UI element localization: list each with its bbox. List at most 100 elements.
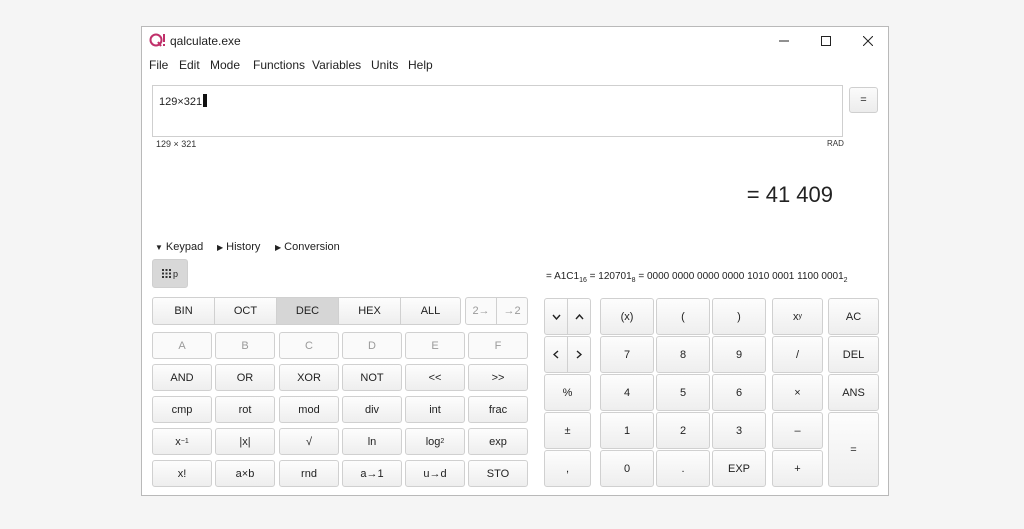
digit-4-button[interactable]: 4 xyxy=(600,374,654,411)
calculator-window: qalculate.exe File Edit Mode Functions V… xyxy=(141,26,889,496)
left-paren-button[interactable]: ( xyxy=(656,298,710,335)
a-to-1-button[interactable]: a→1 xyxy=(342,460,402,487)
and-button[interactable]: AND xyxy=(152,364,212,391)
int-button[interactable]: int xyxy=(405,396,465,423)
delete-button[interactable]: DEL xyxy=(828,336,879,373)
divide-button[interactable]: / xyxy=(772,336,823,373)
base-hex-button[interactable]: HEX xyxy=(338,297,401,325)
inverse-button[interactable]: x −1 xyxy=(152,428,212,455)
frac-button[interactable]: frac xyxy=(468,396,528,423)
base-bin-button[interactable]: BIN xyxy=(152,297,215,325)
minus-button[interactable]: – xyxy=(772,412,823,449)
menu-edit[interactable]: Edit xyxy=(179,58,200,72)
window-title: qalculate.exe xyxy=(170,34,241,48)
store-button[interactable]: STO xyxy=(468,460,528,487)
minimize-button[interactable] xyxy=(764,27,804,54)
parentheses-button[interactable]: (x) xyxy=(600,298,654,335)
cursor-right-button[interactable] xyxy=(567,336,591,373)
hex-f-button[interactable]: F xyxy=(468,332,528,359)
base-dec-button[interactable]: DEC xyxy=(276,297,339,325)
menu-mode[interactable]: Mode xyxy=(210,58,240,72)
chevron-left-icon xyxy=(553,350,559,359)
shift-right-bits-button[interactable]: >> xyxy=(468,364,528,391)
triangle-down-icon: ▼ xyxy=(155,243,163,252)
multiply-ab-button[interactable]: a×b xyxy=(215,460,275,487)
multiply-button[interactable]: × xyxy=(772,374,823,411)
history-down-button[interactable] xyxy=(544,298,568,335)
maximize-button[interactable] xyxy=(806,27,846,54)
close-icon xyxy=(863,35,873,46)
history-up-button[interactable] xyxy=(567,298,591,335)
or-button[interactable]: OR xyxy=(215,364,275,391)
decimal-point-button[interactable]: . xyxy=(656,450,710,487)
percent-button[interactable]: % xyxy=(544,374,591,411)
digit-1-button[interactable]: 1 xyxy=(600,412,654,449)
triangle-right-icon: ▶ xyxy=(217,243,224,252)
digit-5-button[interactable]: 5 xyxy=(656,374,710,411)
mod-button[interactable]: mod xyxy=(279,396,339,423)
plus-button[interactable]: + xyxy=(772,450,823,487)
digit-2-button[interactable]: 2 xyxy=(656,412,710,449)
comma-button[interactable]: , xyxy=(544,450,591,487)
base-oct-button[interactable]: OCT xyxy=(214,297,277,325)
hex-a-button[interactable]: A xyxy=(152,332,212,359)
factorial-button[interactable]: x! xyxy=(152,460,212,487)
digit-9-button[interactable]: 9 xyxy=(712,336,766,373)
exp-button[interactable]: EXP xyxy=(712,450,766,487)
expression-input[interactable]: 129×321 xyxy=(152,85,843,137)
title-bar: qalculate.exe xyxy=(142,27,888,54)
chevron-right-icon xyxy=(576,350,582,359)
programming-keypad-toggle[interactable]: p xyxy=(152,259,188,288)
close-button[interactable] xyxy=(848,27,888,54)
not-button[interactable]: NOT xyxy=(342,364,402,391)
hex-e-button[interactable]: E xyxy=(405,332,465,359)
keypad-grid-icon xyxy=(161,269,171,278)
all-clear-button[interactable]: AC xyxy=(828,298,879,335)
angle-unit-indicator[interactable]: RAD xyxy=(827,139,844,148)
parsed-expression: 129 × 321 xyxy=(156,139,197,149)
hex-c-button[interactable]: C xyxy=(279,332,339,359)
menu-variables[interactable]: Variables xyxy=(312,58,361,72)
hex-d-button[interactable]: D xyxy=(342,332,402,359)
hex-b-button[interactable]: B xyxy=(215,332,275,359)
history-expander[interactable]: ▶ History xyxy=(217,241,260,253)
equals-button[interactable]: = xyxy=(828,412,879,487)
conversion-expander[interactable]: ▶ Conversion xyxy=(275,241,340,253)
base-all-button[interactable]: ALL xyxy=(400,297,461,325)
round-button[interactable]: rnd xyxy=(279,460,339,487)
ln-button[interactable]: ln xyxy=(342,428,402,455)
calculate-button[interactable]: = xyxy=(849,87,878,113)
digit-3-button[interactable]: 3 xyxy=(712,412,766,449)
menu-units[interactable]: Units xyxy=(371,58,398,72)
power-button[interactable]: xy xyxy=(772,298,823,335)
digit-0-button[interactable]: 0 xyxy=(600,450,654,487)
u-to-d-button[interactable]: u→d xyxy=(405,460,465,487)
plus-minus-button[interactable]: ± xyxy=(544,412,591,449)
menu-file[interactable]: File xyxy=(149,58,168,72)
digit-8-button[interactable]: 8 xyxy=(656,336,710,373)
right-paren-button[interactable]: ) xyxy=(712,298,766,335)
keypad-expander[interactable]: ▼ Keypad xyxy=(155,241,203,253)
shift-left-bits-button[interactable]: << xyxy=(405,364,465,391)
text-caret xyxy=(203,94,208,107)
base-selector: BIN OCT DEC HEX ALL xyxy=(152,297,462,325)
shift-left-button[interactable]: 2→ xyxy=(465,297,497,325)
abs-button[interactable]: |x| xyxy=(215,428,275,455)
log2-button[interactable]: log 2 xyxy=(405,428,465,455)
rot-button[interactable]: rot xyxy=(215,396,275,423)
result-display: = 41 409 xyxy=(746,182,833,207)
shift-right-button[interactable]: →2 xyxy=(496,297,528,325)
cmp-button[interactable]: cmp xyxy=(152,396,212,423)
div-button[interactable]: div xyxy=(342,396,402,423)
digit-6-button[interactable]: 6 xyxy=(712,374,766,411)
xor-button[interactable]: XOR xyxy=(279,364,339,391)
menu-bar: File Edit Mode Functions Variables Units… xyxy=(142,55,888,75)
menu-help[interactable]: Help xyxy=(408,58,433,72)
answer-button[interactable]: ANS xyxy=(828,374,879,411)
exp-function-button[interactable]: exp xyxy=(468,428,528,455)
menu-functions[interactable]: Functions xyxy=(253,58,305,72)
minimize-icon xyxy=(779,40,789,41)
sqrt-button[interactable]: √ xyxy=(279,428,339,455)
cursor-left-button[interactable] xyxy=(544,336,568,373)
digit-7-button[interactable]: 7 xyxy=(600,336,654,373)
